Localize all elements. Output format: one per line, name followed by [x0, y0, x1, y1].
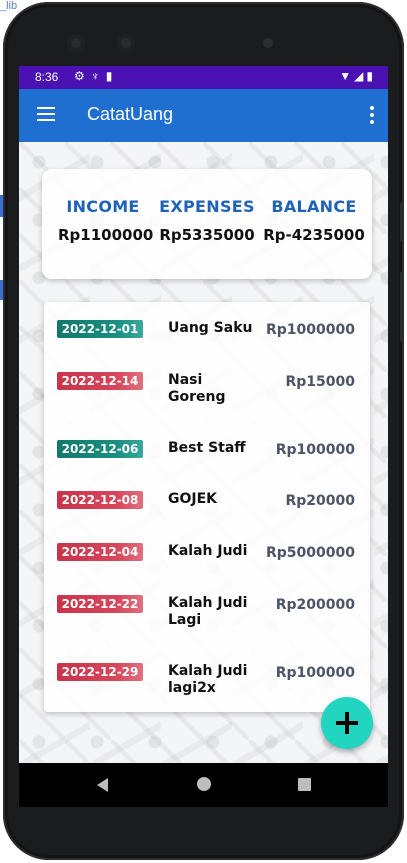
transaction-name: GOJEK: [168, 491, 218, 507]
balance-label: BALANCE: [271, 197, 357, 216]
volume-button: [400, 272, 404, 342]
status-time: 8:36: [35, 70, 59, 84]
income-value: Rp1100000: [58, 226, 154, 244]
date-badge: 2022-12-01: [57, 320, 143, 338]
transaction-amount: Rp100000: [275, 442, 355, 458]
battery-icon: ▮: [366, 69, 376, 83]
plus-icon: [345, 712, 349, 734]
status-bar: 8:36 ⚙♆▮ ▼◢▮: [19, 66, 388, 89]
content-area: INCOME Rp1100000 EXPENSES Rp5335000 BALA…: [19, 142, 388, 763]
front-camera-icon: [67, 34, 85, 52]
app-bar: CatatUang: [19, 89, 388, 142]
signal-icon: ◢: [354, 69, 367, 83]
date-badge: 2022-12-08: [57, 491, 143, 509]
screen: 8:36 ⚙♆▮ ▼◢▮ CatatUang INCOME Rp1100000 …: [19, 66, 388, 763]
transaction-amount: Rp1000000: [266, 322, 355, 338]
more-options-icon[interactable]: [370, 106, 374, 127]
usb-icon: ♆: [90, 69, 106, 83]
app-title: CatatUang: [87, 104, 174, 124]
balance-summary: BALANCE Rp-4235000: [262, 197, 366, 244]
power-button: [400, 202, 404, 242]
expenses-value: Rp5335000: [159, 226, 255, 244]
balance-value: Rp-4235000: [263, 226, 365, 244]
income-summary: INCOME Rp1100000: [58, 197, 154, 244]
transaction-amount: Rp20000: [285, 493, 355, 509]
transaction-name: Nasi Goreng: [168, 372, 226, 405]
expenses-label: EXPENSES: [159, 197, 255, 216]
hamburger-menu-icon[interactable]: [37, 107, 55, 121]
transaction-amount: Rp15000: [285, 374, 355, 390]
summary-card: INCOME Rp1100000 EXPENSES Rp5335000 BALA…: [42, 169, 372, 279]
status-icons-right: ▼◢▮: [339, 69, 376, 83]
transaction-amount: Rp5000000: [266, 545, 355, 561]
recent-apps-icon[interactable]: [298, 778, 311, 791]
transaction-list: 2022-12-01 Uang Saku Rp1000000 2022-12-1…: [44, 302, 370, 712]
transaction-amount: Rp100000: [275, 665, 355, 681]
status-icons-left: ⚙♆▮: [74, 69, 118, 83]
home-icon[interactable]: [197, 777, 211, 791]
transaction-name: Best Staff: [168, 440, 246, 456]
front-camera-icon: [117, 34, 135, 52]
date-badge: 2022-12-29: [57, 663, 143, 681]
transaction-name: Kalah Judi lagi2x: [168, 663, 248, 696]
transaction-name: Uang Saku: [168, 320, 253, 336]
sd-card-icon: ▮: [105, 69, 119, 83]
wifi-icon: ▼: [339, 69, 355, 83]
transaction-name: Kalah Judi Lagi: [168, 595, 248, 628]
date-badge: 2022-12-04: [57, 543, 143, 561]
back-icon[interactable]: [97, 778, 108, 792]
gear-icon: ⚙: [74, 69, 91, 83]
sensor-icon: [263, 38, 273, 48]
date-badge: 2022-12-22: [57, 595, 143, 613]
transaction-amount: Rp200000: [275, 597, 355, 613]
desktop-link[interactable]: _lib: [0, 0, 17, 12]
transaction-name: Kalah Judi: [168, 543, 248, 559]
expenses-summary: EXPENSES Rp5335000: [158, 197, 256, 244]
system-nav-bar: [19, 763, 388, 807]
add-transaction-button[interactable]: [321, 697, 373, 749]
date-badge: 2022-12-06: [57, 440, 143, 458]
date-badge: 2022-12-14: [57, 372, 143, 390]
income-label: INCOME: [66, 197, 140, 216]
